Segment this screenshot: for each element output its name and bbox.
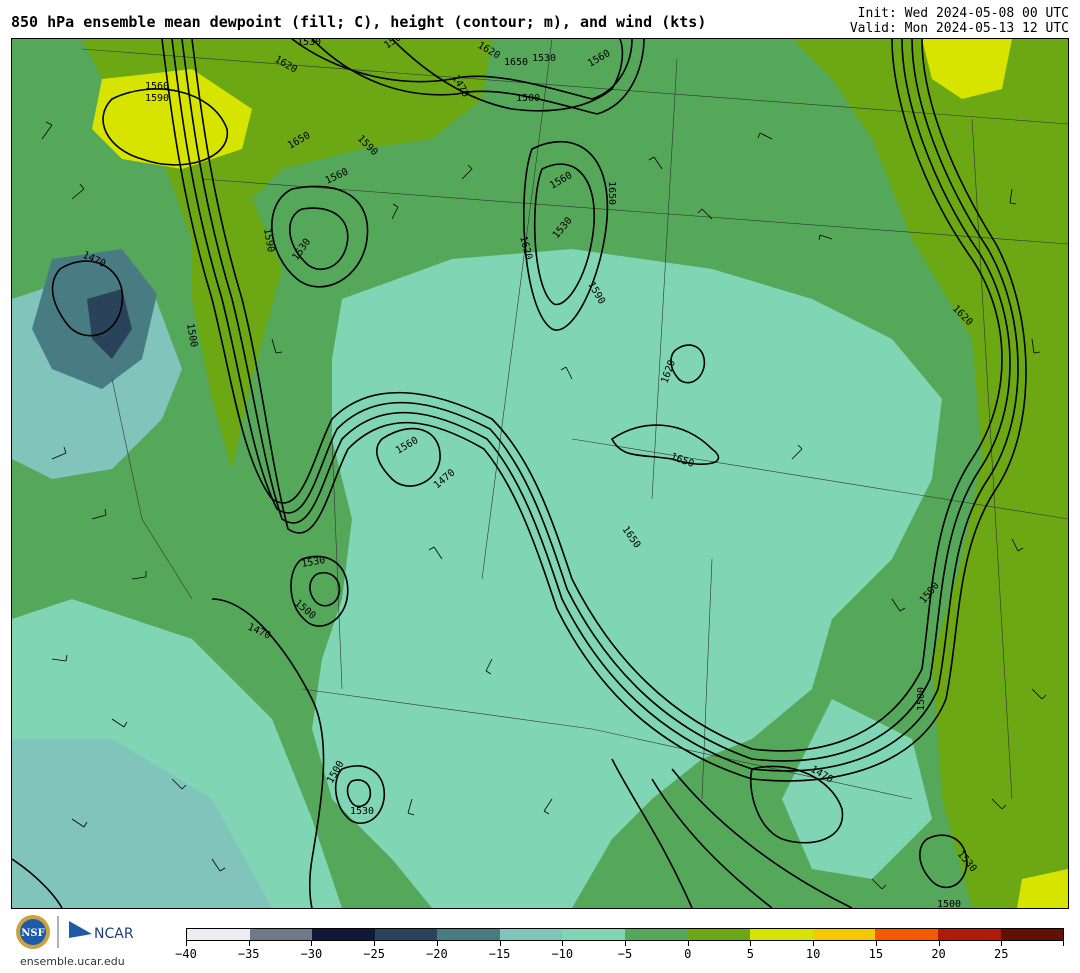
colorbar-tick-mark: [938, 941, 940, 946]
colorbar-tick-mark: [1001, 941, 1003, 946]
map-panel: 1530 1560 1590 1620 1650 1590 1500 1470 …: [11, 38, 1069, 909]
time-info: Init: Wed 2024-05-08 00 UTC Valid: Mon 2…: [850, 6, 1069, 36]
colorbar-swatch: [312, 929, 375, 940]
colorbar-tick-label: −20: [426, 947, 448, 961]
colorbar-tick-mark: [750, 941, 752, 946]
colorbar-tick-mark: [436, 941, 438, 946]
colorbar-tick-mark: [311, 941, 313, 946]
nsf-logo: NSF: [16, 915, 50, 949]
colorbar-tick-mark: [813, 941, 815, 946]
colorbar-swatch: [625, 929, 688, 940]
nsf-logo-text: NSF: [21, 928, 44, 939]
colorbar-tick-label: −35: [237, 947, 260, 961]
colorbar-tick-label: 0: [684, 947, 692, 961]
colorbar-tick-mark: [499, 941, 501, 946]
colorbar-swatch: [499, 929, 563, 940]
colorbar-tick-label: −15: [488, 947, 511, 961]
colorbar-tick-label: 20: [931, 947, 946, 961]
contour-label: 1650: [606, 181, 617, 205]
colorbar-swatch: [374, 929, 438, 940]
colorbar-tick-mark: [248, 941, 250, 946]
colorbar-swatch: [875, 929, 938, 940]
contour-label: 1500: [516, 93, 540, 104]
colorbar-tick-label: −30: [300, 947, 323, 961]
colorbar-tick-mark: [625, 941, 626, 946]
colorbar-swatch: [687, 929, 751, 940]
site-url: ensemble.ucar.edu: [20, 955, 125, 968]
contour-label: 1530: [350, 806, 374, 817]
colorbar-swatch: [562, 929, 626, 940]
contour-label: 1650: [504, 57, 528, 68]
colorbar-swatch: [937, 929, 1001, 940]
colorbar-swatch: [187, 929, 250, 940]
colorbar-swatch: [437, 929, 500, 940]
colorbar-swatch: [1000, 929, 1064, 940]
ncar-logo-text: NCAR: [94, 926, 134, 942]
plot-title: 850 hPa ensemble mean dewpoint (fill; C)…: [11, 13, 707, 31]
contour-label: 1530: [532, 53, 556, 64]
colorbar: [186, 928, 1064, 941]
contour-label: 1500: [937, 899, 961, 908]
colorbar-swatch: [249, 929, 313, 940]
colorbar-tick-mark: [875, 941, 877, 946]
colorbar-tick-label: 15: [868, 947, 884, 961]
init-time: Init: Wed 2024-05-08 00 UTC: [857, 6, 1069, 21]
colorbar-tick-mark: [687, 941, 689, 946]
valid-time: Valid: Mon 2024-05-13 12 UTC: [849, 21, 1069, 36]
colorbar-tick-mark: [1063, 941, 1064, 946]
colorbar-swatch: [812, 929, 876, 940]
colorbar-tick-label: −40: [175, 947, 197, 961]
colorbar-tick-mark: [562, 941, 564, 946]
colorbar-tick-label: −5: [617, 947, 633, 961]
map-canvas: 1530 1560 1590 1620 1650 1590 1500 1470 …: [12, 39, 1068, 908]
colorbar-swatch: [750, 929, 813, 940]
colorbar-tick-label: −25: [363, 947, 385, 961]
colorbar-tick-label: 10: [805, 947, 821, 961]
colorbar-tick-mark: [374, 941, 376, 946]
ncar-logo: NCAR: [69, 921, 134, 942]
contour-label: 1530: [297, 39, 321, 48]
contour-label: 1560: [145, 81, 169, 92]
colorbar-ticks: −40 −35 −30 −25 −20 −15 −10 −5 0 5 10 15 20 25: [175, 941, 1064, 971]
contour-label: 1500: [916, 687, 927, 711]
colorbar-tick-mark: [186, 941, 187, 946]
colorbar-tick-label: 5: [746, 947, 755, 961]
colorbar-tick-label: 25: [994, 947, 1009, 961]
contour-label: 1590: [145, 93, 169, 104]
colorbar-tick-label: −10: [551, 947, 574, 961]
